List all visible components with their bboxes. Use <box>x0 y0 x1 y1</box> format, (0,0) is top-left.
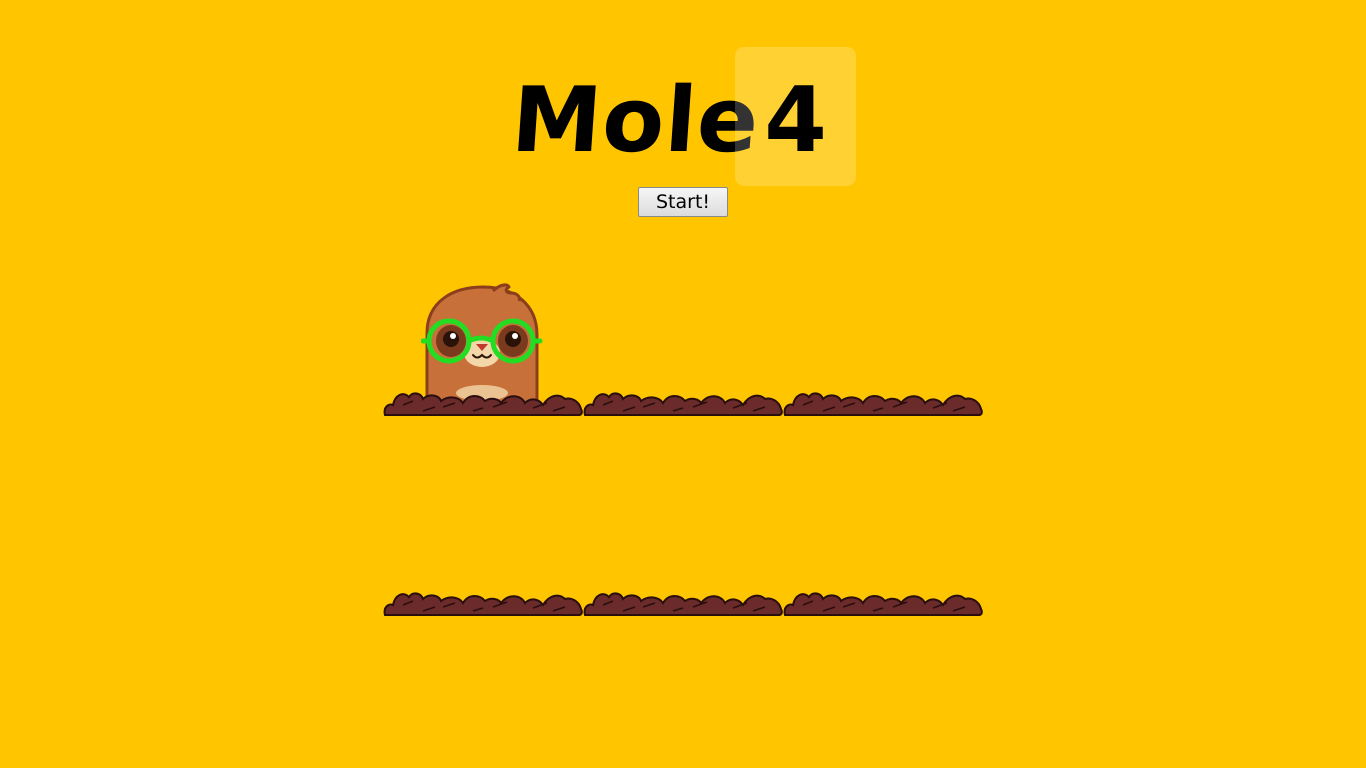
hole-4[interactable] <box>383 417 583 617</box>
hole-6[interactable] <box>783 417 983 617</box>
dirt-mound <box>383 392 583 416</box>
hole-1[interactable] <box>383 217 583 417</box>
game-title: Mole <box>508 68 763 173</box>
score-value: 4 <box>764 68 827 173</box>
game-board <box>383 217 983 617</box>
dirt-mound <box>783 592 983 616</box>
dirt-mound <box>583 392 783 416</box>
hole-3[interactable] <box>783 217 983 417</box>
hole-2[interactable] <box>583 217 783 417</box>
start-button[interactable]: Start! <box>638 187 728 217</box>
dirt-mound <box>583 592 783 616</box>
hole-5[interactable] <box>583 417 783 617</box>
score-box: 4 <box>735 47 856 186</box>
title-area: Mole 4 <box>0 47 1366 187</box>
dirt-mound <box>383 592 583 616</box>
dirt-mound <box>783 392 983 416</box>
